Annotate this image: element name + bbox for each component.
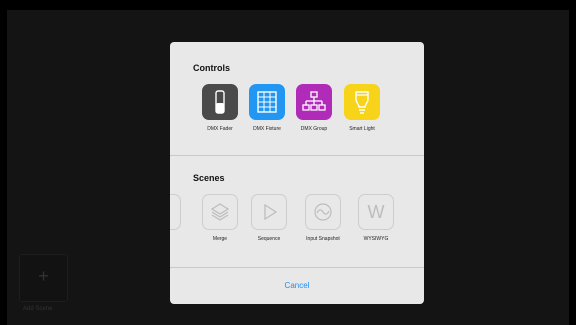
hierarchy-icon [296,84,332,120]
add-item-dialog: Controls DMX Fader DMX Fixture DMX Group… [170,42,424,304]
smart-light-button[interactable]: Smart Light [342,84,382,132]
sequence-scene-label: Sequence [257,236,281,242]
w-glyph: W [367,201,385,222]
dmx-fixture-label: DMX Fixture [253,126,281,132]
add-scene-button[interactable]: + [19,254,68,302]
bulb-icon [344,84,380,120]
wysiwyg-scene-label: WYSIWYG [363,236,389,242]
plus-icon: + [38,266,49,286]
grid-icon [249,84,285,120]
smart-light-label: Smart Light [349,126,375,132]
dmx-group-button[interactable]: DMX Group [294,84,334,132]
dmx-fader-button[interactable]: DMX Fader [200,84,240,132]
dmx-group-label: DMX Group [300,126,328,132]
w-icon: W [358,194,394,230]
cancel-button[interactable]: Cancel [170,274,424,298]
sequence-scene-button[interactable]: Sequence [249,194,289,242]
scenes-section-title: Scenes [193,173,225,183]
layers-icon [202,194,238,230]
footer-divider [170,267,424,268]
dmx-fader-label: DMX Fader [207,126,233,132]
play-icon [251,194,287,230]
wave-icon [305,194,341,230]
merge-scene-button[interactable]: Merge [200,194,240,242]
scene-partial-icon [170,194,181,230]
scene-tile-partial[interactable] [170,194,183,230]
fader-icon [202,84,238,120]
add-scene-label: Add Scene [23,306,53,312]
merge-scene-label: Merge [212,236,228,242]
wysiwyg-scene-button[interactable]: W WYSIWYG [356,194,396,242]
input-snapshot-scene-label: Input Snapshot [306,236,340,242]
dmx-fixture-button[interactable]: DMX Fixture [247,84,287,132]
input-snapshot-scene-button[interactable]: Input Snapshot [303,194,343,242]
section-divider [170,155,424,156]
controls-section-title: Controls [193,63,230,73]
